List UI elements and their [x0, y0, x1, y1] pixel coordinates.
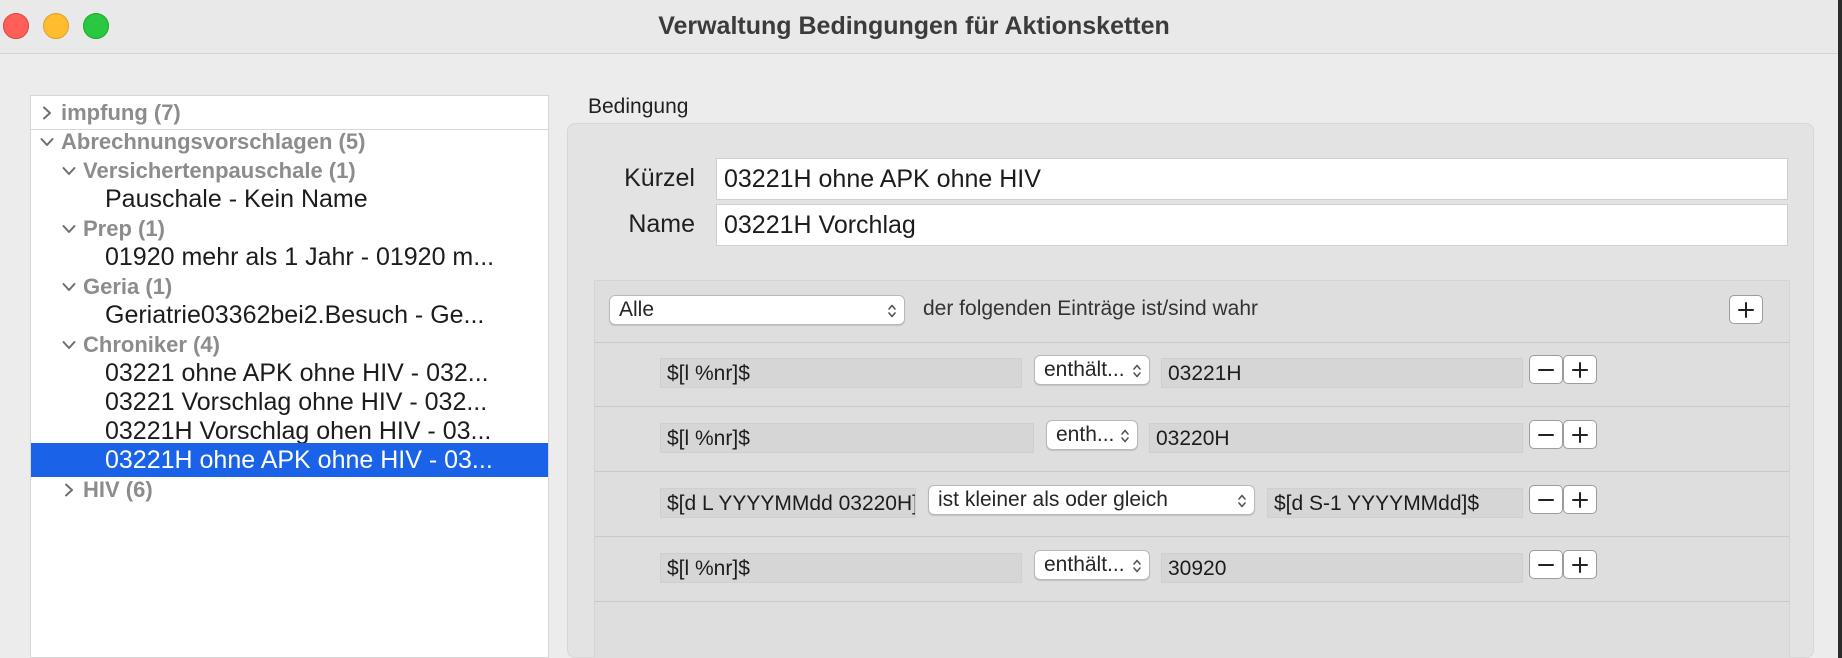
plus-icon: [1572, 556, 1588, 573]
title-bar: Verwaltung Bedingungen für Aktionsketten: [0, 0, 1838, 54]
minus-icon: [1538, 563, 1554, 566]
window-title: Verwaltung Bedingungen für Aktionsketten: [658, 12, 1170, 40]
rule-row: $[d L YYYYMMdd 03220H]$ ist kleiner als …: [595, 473, 1789, 537]
up-down-arrows-icon: [1238, 494, 1246, 508]
rule-row: $[l %nr]$ enthält... 30920: [595, 538, 1789, 602]
up-down-arrows-icon: [1133, 364, 1141, 378]
minus-icon: [1538, 433, 1554, 436]
add-rule-button[interactable]: [1563, 550, 1597, 579]
kurzel-label: Kürzel: [624, 164, 695, 192]
rule-operator-value: enth...: [1056, 423, 1115, 446]
match-description: der folgenden Einträge ist/sind wahr: [923, 297, 1259, 320]
rule-operator-value: enthält...: [1044, 553, 1125, 576]
tree-item[interactable]: Geriatrie03362bei2.Besuch - Ge...: [31, 298, 548, 332]
kurzel-field[interactable]: 03221H ohne APK ohne HIV: [716, 158, 1788, 200]
rule-field-input[interactable]: $[l %nr]$: [660, 553, 1022, 583]
rule-header: Alle der folgenden Einträge ist/sind wah…: [595, 281, 1789, 343]
app-window: Verwaltung Bedingungen für Aktionsketten…: [0, 0, 1842, 658]
rule-row: $[l %nr]$ enth... 03220H: [595, 408, 1789, 472]
remove-rule-button[interactable]: [1529, 550, 1563, 579]
remove-rule-button[interactable]: [1529, 420, 1563, 449]
plus-icon: [1738, 301, 1754, 318]
name-field[interactable]: 03221H Vorchlag: [716, 204, 1788, 246]
remove-rule-button[interactable]: [1529, 355, 1563, 384]
rule-value-input[interactable]: 03221H: [1161, 358, 1523, 388]
content-area: impfung (7) Abrechnungsvorschlagen (5) V…: [0, 55, 1838, 658]
tree-item-selected[interactable]: 03221H ohne APK ohne HIV - 03...: [31, 443, 548, 477]
remove-rule-button[interactable]: [1529, 485, 1563, 514]
condition-panel: Kürzel 03221H ohne APK ohne HIV Name 032…: [567, 123, 1814, 658]
rule-editor: Alle der folgenden Einträge ist/sind wah…: [594, 280, 1790, 658]
plus-icon: [1572, 491, 1588, 508]
tree-group-label: HIV (6): [83, 477, 153, 502]
add-rule-button[interactable]: [1563, 485, 1597, 514]
add-rule-button[interactable]: [1563, 420, 1597, 449]
rule-operator-select[interactable]: enth...: [1046, 420, 1138, 450]
up-down-arrows-icon: [1121, 429, 1129, 443]
rule-field-input[interactable]: $[l %nr]$: [660, 423, 1034, 453]
tree-item[interactable]: Pauschale - Kein Name: [31, 182, 548, 216]
rule-value-input[interactable]: 03220H: [1149, 423, 1523, 453]
tree-item-label: Pauschale - Kein Name: [105, 185, 368, 213]
match-mode-select[interactable]: Alle: [609, 295, 905, 325]
add-rule-button[interactable]: [1729, 295, 1763, 324]
up-down-arrows-icon: [1133, 559, 1141, 573]
section-title: Bedingung: [588, 95, 689, 118]
rule-operator-value: ist kleiner als oder gleich: [938, 488, 1168, 511]
up-down-arrows-icon: [888, 304, 896, 318]
plus-icon: [1572, 426, 1588, 443]
chevron-right-icon[interactable]: [58, 473, 80, 507]
add-rule-button[interactable]: [1563, 355, 1597, 384]
rule-operator-select[interactable]: enthält...: [1034, 355, 1150, 385]
minus-icon: [1538, 498, 1554, 501]
background-window-edge: [1838, 0, 1842, 658]
rule-field-input[interactable]: $[l %nr]$: [660, 358, 1022, 388]
rule-operator-select[interactable]: enthält...: [1034, 550, 1150, 580]
plus-icon: [1572, 361, 1588, 378]
condition-tree[interactable]: impfung (7) Abrechnungsvorschlagen (5) V…: [30, 95, 549, 658]
minus-icon: [1538, 368, 1554, 371]
tree-item-label: 03221H ohne APK ohne HIV - 03...: [105, 446, 493, 474]
rule-value-input[interactable]: 30920: [1161, 553, 1523, 583]
rule-field-input[interactable]: $[d L YYYYMMdd 03220H]$: [660, 488, 916, 518]
tree-item-label: 01920 mehr als 1 Jahr - 01920 m...: [105, 243, 495, 271]
name-label: Name: [628, 210, 695, 238]
match-mode-value: Alle: [619, 298, 655, 321]
tree-item-label: Geriatrie03362bei2.Besuch - Ge...: [105, 301, 485, 329]
rule-operator-value: enthält...: [1044, 358, 1125, 381]
tree-group-hiv[interactable]: HIV (6): [31, 473, 548, 507]
rule-row: $[l %nr]$ enthält... 03221H: [595, 343, 1789, 407]
tree-item[interactable]: 01920 mehr als 1 Jahr - 01920 m...: [31, 240, 548, 274]
rule-value-input[interactable]: $[d S-1 YYYYMMdd]$: [1267, 488, 1523, 518]
rule-operator-select[interactable]: ist kleiner als oder gleich: [928, 485, 1255, 515]
